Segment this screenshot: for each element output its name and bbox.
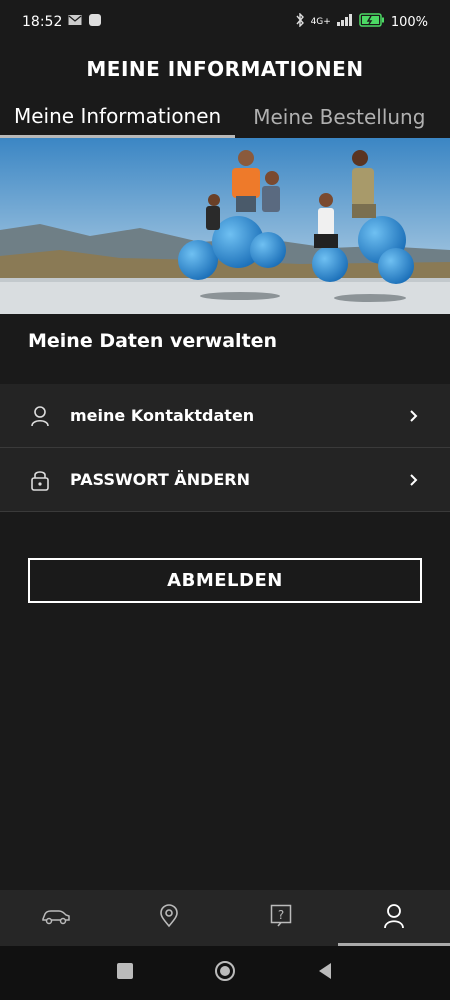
status-time: 18:52: [22, 14, 63, 30]
settings-menu: meine Kontaktdaten PASSWORT ÄNDERN: [0, 384, 450, 512]
tab-meine-informationen[interactable]: Meine Informationen: [0, 96, 236, 138]
logout-button[interactable]: ABMELDEN: [28, 558, 422, 603]
menu-item-passwort[interactable]: PASSWORT ÄNDERN: [0, 448, 450, 512]
mail-notification-icon: [68, 14, 82, 30]
system-nav-bar: [0, 946, 450, 1000]
battery-percent: 100%: [390, 14, 428, 30]
battery-icon: [359, 13, 385, 31]
bottom-nav: ?: [0, 890, 450, 946]
profile-icon: [383, 903, 405, 933]
hero-image: [0, 138, 450, 314]
menu-item-kontaktdaten[interactable]: meine Kontaktdaten: [0, 384, 450, 448]
nav-vehicle[interactable]: [0, 890, 113, 946]
nav-location[interactable]: [113, 890, 226, 946]
svg-text:?: ?: [278, 908, 284, 922]
help-icon: ?: [270, 904, 292, 932]
back-icon[interactable]: [316, 962, 334, 984]
tab-meine-bestellung[interactable]: Meine Bestellung: [235, 96, 439, 138]
car-icon: [41, 907, 71, 929]
chevron-right-icon: [406, 408, 422, 424]
home-icon[interactable]: [214, 960, 236, 986]
page-title: MEINE INFORMATIONEN: [86, 57, 364, 81]
menu-item-label: meine Kontaktdaten: [70, 406, 255, 425]
user-icon: [28, 404, 52, 428]
app-notification-icon: [88, 13, 102, 31]
nav-profile[interactable]: [337, 890, 450, 946]
tab-bar: Meine Informationen Meine Bestellung: [0, 96, 450, 138]
recent-apps-icon[interactable]: [116, 962, 134, 984]
signal-icon: [336, 14, 353, 30]
status-bar: 18:52 4G+ 100%: [0, 0, 450, 44]
network-type: 4G+: [310, 17, 331, 27]
menu-item-label: PASSWORT ÄNDERN: [70, 470, 250, 489]
bluetooth-icon: [295, 12, 305, 31]
lock-icon: [28, 468, 52, 492]
chevron-right-icon: [406, 472, 422, 488]
location-pin-icon: [159, 904, 179, 932]
section-title: Meine Daten verwalten: [28, 330, 278, 352]
nav-help[interactable]: ?: [225, 890, 338, 946]
